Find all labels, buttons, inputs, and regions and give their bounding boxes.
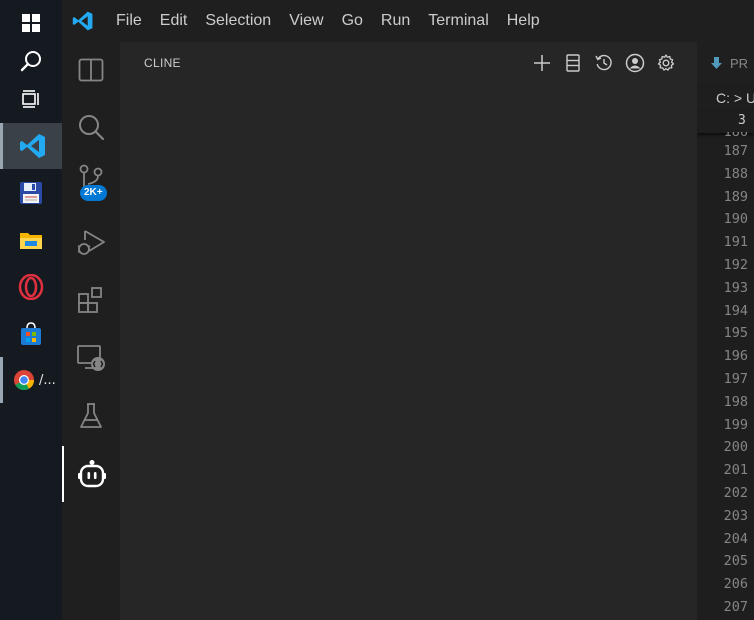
line-number: 192 xyxy=(723,256,748,273)
floppy-save-app-icon[interactable] xyxy=(0,170,62,216)
menu-run[interactable]: Run xyxy=(372,0,419,42)
remote-explorer-icon[interactable] xyxy=(62,330,120,386)
opera-browser-icon[interactable] xyxy=(0,264,62,310)
line-number: 206 xyxy=(723,576,748,593)
line-number: 186 xyxy=(723,132,748,140)
source-control-badge: 2K+ xyxy=(80,185,107,201)
microsoft-store-icon[interactable] xyxy=(0,311,62,357)
task-view-icon[interactable] xyxy=(0,76,62,122)
breadcrumb[interactable]: C: > U xyxy=(697,84,754,112)
sidebar-actions xyxy=(526,52,681,74)
vscode-app-icon[interactable] xyxy=(0,123,62,169)
explorer-icon[interactable] xyxy=(62,42,120,98)
new-task-plus-icon[interactable] xyxy=(526,52,557,74)
line-number: 189 xyxy=(723,188,748,205)
file-explorer-icon[interactable] xyxy=(0,217,62,263)
cline-robot-icon[interactable] xyxy=(62,446,120,502)
cline-sidebar: CLINE xyxy=(120,42,697,620)
line-number: 201 xyxy=(723,462,748,479)
line-number: 204 xyxy=(723,530,748,547)
title-bar: File Edit Selection View Go Run Terminal… xyxy=(62,0,754,42)
menu-bar: File Edit Selection View Go Run Terminal… xyxy=(107,0,549,42)
extensions-icon[interactable] xyxy=(62,272,120,328)
line-number-gutter: 186 187 188 189 190 191 192 193 194 195 … xyxy=(697,132,754,619)
chrome-window-label: /... xyxy=(39,372,56,388)
line-number: 198 xyxy=(723,393,748,410)
line-number: 194 xyxy=(723,302,748,319)
line-number: 199 xyxy=(723,416,748,433)
menu-view[interactable]: View xyxy=(280,0,332,42)
line-number: 187 xyxy=(723,143,748,159)
line-number: 205 xyxy=(723,553,748,570)
source-control-icon[interactable]: 2K+ xyxy=(62,156,120,212)
history-clock-icon[interactable] xyxy=(588,52,619,74)
line-number: 197 xyxy=(723,370,748,387)
menu-help[interactable]: Help xyxy=(498,0,549,42)
line-number: 195 xyxy=(723,325,748,342)
menu-selection[interactable]: Selection xyxy=(196,0,280,42)
line-number: 196 xyxy=(723,348,748,365)
line-number: 200 xyxy=(723,439,748,456)
settings-gear-icon[interactable] xyxy=(650,52,681,74)
line-number: 190 xyxy=(723,211,748,228)
menu-terminal[interactable]: Terminal xyxy=(419,0,497,42)
line-number: 191 xyxy=(723,234,748,251)
sidebar-title: CLINE xyxy=(144,56,181,70)
account-icon[interactable] xyxy=(619,52,650,74)
testing-icon[interactable] xyxy=(62,388,120,444)
line-number: 207 xyxy=(723,598,748,615)
menu-go[interactable]: Go xyxy=(333,0,372,42)
download-arrow-icon xyxy=(711,56,722,69)
mcp-servers-icon[interactable] xyxy=(557,52,588,74)
editor-pane: PR C: > U 3 186 187 188 189 190 191 192 … xyxy=(697,42,754,620)
line-number: 188 xyxy=(723,165,748,182)
sticky-scroll-line: 3 xyxy=(697,112,754,133)
line-number: 203 xyxy=(723,507,748,524)
menu-edit[interactable]: Edit xyxy=(151,0,197,42)
editor-tab-label: PR xyxy=(730,55,749,71)
search-icon[interactable] xyxy=(62,99,120,155)
editor-tab[interactable]: PR xyxy=(697,42,754,84)
chrome-browser-icon[interactable]: /... xyxy=(0,357,62,403)
activity-bar: 2K+ xyxy=(62,42,120,620)
line-number: 193 xyxy=(723,279,748,296)
run-debug-icon[interactable] xyxy=(62,215,120,271)
windows-taskbar: /... xyxy=(0,0,62,620)
line-number: 202 xyxy=(723,484,748,501)
vscode-logo-icon xyxy=(62,10,104,32)
menu-file[interactable]: File xyxy=(107,0,151,42)
